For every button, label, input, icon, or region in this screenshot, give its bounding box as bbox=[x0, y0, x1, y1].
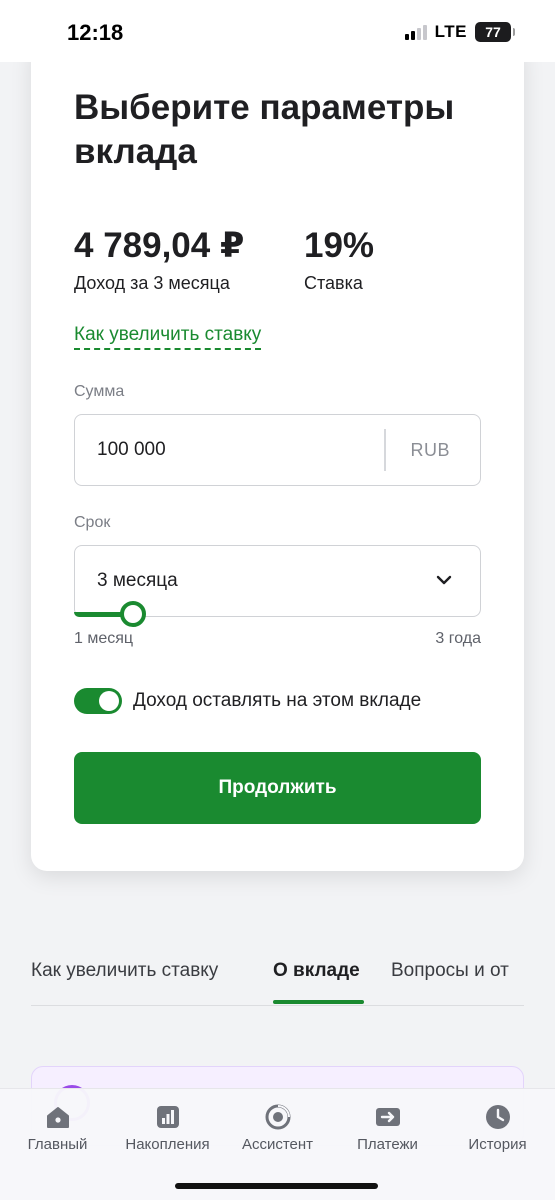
deposit-params-card: Выберите параметры вклада 4 789,04 ₽ Дох… bbox=[31, 40, 524, 871]
increase-rate-link[interactable]: Как увеличить ставку bbox=[74, 324, 262, 350]
network-label: LTE bbox=[434, 22, 467, 41]
nav-item-home[interactable]: Главный bbox=[2, 1089, 113, 1169]
status-bar: 12:18 LTE 77 bbox=[0, 0, 555, 62]
income-label: Доход за 3 месяца bbox=[74, 273, 230, 293]
active-tab-indicator bbox=[273, 1000, 364, 1004]
nav-label-savings: Накопления bbox=[125, 1136, 210, 1153]
battery-icon: 77 bbox=[475, 22, 515, 42]
nav-label-home: Главный bbox=[27, 1136, 88, 1153]
tab-increase-rate[interactable]: Как увеличить ставку bbox=[31, 960, 218, 982]
nav-label-history: История bbox=[468, 1136, 527, 1153]
term-value: 3 месяца bbox=[97, 570, 178, 591]
reinvest-toggle[interactable] bbox=[74, 688, 122, 714]
payments-arrow-icon bbox=[375, 1108, 400, 1126]
nav-item-savings[interactable]: Накопления bbox=[112, 1089, 223, 1169]
signal-icon bbox=[404, 24, 427, 40]
term-max-label: 3 года bbox=[435, 630, 481, 647]
nav-item-payments[interactable]: Платежи bbox=[332, 1089, 443, 1169]
amount-input[interactable]: 100 000 RUB bbox=[74, 414, 481, 486]
nav-item-history[interactable]: История bbox=[442, 1089, 553, 1169]
amount-divider bbox=[384, 429, 386, 471]
page-title: Выберите параметры вклада bbox=[74, 88, 455, 171]
battery-level: 77 bbox=[485, 24, 501, 40]
nav-label-payments: Платежи bbox=[357, 1136, 418, 1153]
info-tabs: Как увеличить ставку О вкладе Вопросы и … bbox=[0, 940, 555, 1006]
amount-label: Сумма bbox=[74, 383, 125, 400]
tab-questions[interactable]: Вопросы и от bbox=[391, 960, 509, 982]
reinvest-label: Доход оставлять на этом вкладе bbox=[133, 690, 422, 711]
toggle-knob bbox=[99, 691, 119, 711]
status-indicators: LTE 77 bbox=[404, 22, 515, 42]
tabs-divider bbox=[31, 1005, 524, 1006]
status-time: 12:18 bbox=[67, 20, 124, 45]
home-icon bbox=[46, 1107, 69, 1128]
income-value: 4 789,04 ₽ bbox=[74, 226, 245, 265]
tab-about-deposit[interactable]: О вкладе bbox=[273, 960, 360, 982]
history-clock-icon bbox=[485, 1105, 510, 1129]
nav-item-assistant[interactable]: Ассистент bbox=[222, 1089, 333, 1169]
term-min-label: 1 месяц bbox=[74, 630, 134, 647]
term-slider-thumb[interactable] bbox=[120, 601, 146, 627]
nav-label-assistant: Ассистент bbox=[241, 1136, 314, 1153]
term-label: Срок bbox=[74, 514, 111, 531]
rate-label: Ставка bbox=[304, 273, 363, 293]
continue-button[interactable]: Продолжить bbox=[74, 752, 481, 824]
rate-value: 19% bbox=[304, 226, 375, 265]
chevron-down-icon bbox=[436, 575, 452, 585]
amount-value: 100 000 bbox=[97, 439, 166, 460]
savings-chart-icon bbox=[156, 1106, 179, 1128]
assistant-icon bbox=[265, 1104, 290, 1130]
currency-label: RUB bbox=[410, 440, 450, 460]
home-indicator bbox=[175, 1183, 378, 1189]
